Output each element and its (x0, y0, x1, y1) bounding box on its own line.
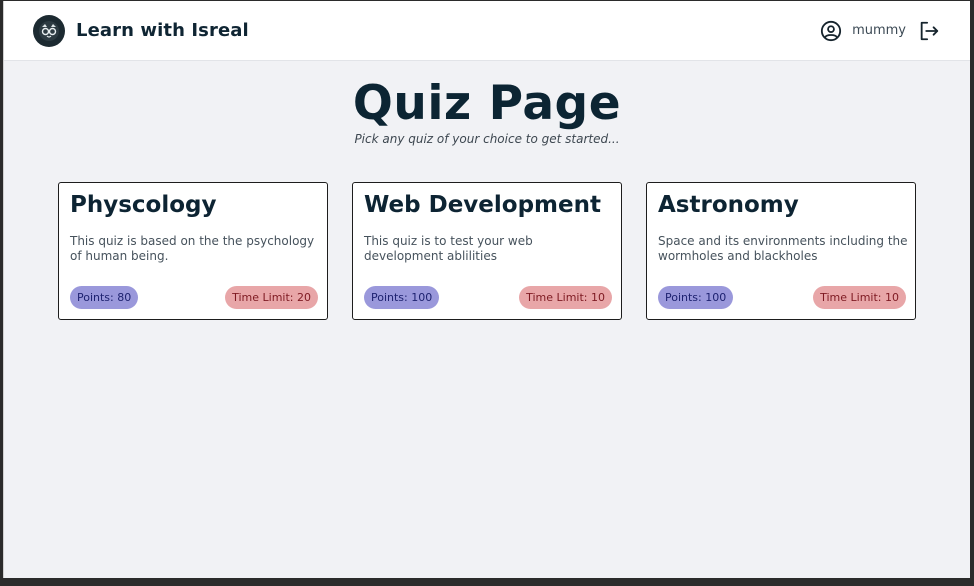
time-limit-badge: Time Limit: 20 (225, 286, 318, 309)
points-badge: Points: 100 (364, 286, 440, 309)
points-badge: Points: 100 (658, 286, 734, 309)
quiz-card-badges: Points: 100 Time Limit: 10 (364, 286, 612, 309)
quiz-card-title: Web Development (364, 192, 601, 218)
brand-name: Learn with Isreal (76, 20, 249, 41)
page-title: Quiz Page (352, 76, 622, 131)
quiz-card-description: This quiz is based on the the psychology… (70, 234, 315, 263)
username[interactable]: mummy (852, 23, 906, 38)
quiz-card-title: Physcology (70, 192, 217, 218)
logout-icon[interactable] (918, 20, 940, 42)
user-circle-icon[interactable] (820, 20, 842, 42)
quiz-card-astronomy[interactable]: Astronomy Space and its environments inc… (646, 182, 916, 320)
hero: Quiz Page Pick any quiz of your choice t… (4, 61, 970, 146)
user-area: mummy (820, 20, 940, 42)
quiz-card-list: Physcology This quiz is based on the the… (58, 182, 916, 320)
quiz-card-badges: Points: 80 Time Limit: 20 (70, 286, 318, 309)
quiz-card-web-development[interactable]: Web Development This quiz is to test you… (352, 182, 622, 320)
page-subtitle: Pick any quiz of your choice to get star… (354, 132, 620, 146)
quiz-card-title: Astronomy (658, 192, 799, 218)
navbar: Learn with Isreal mummy (4, 1, 970, 61)
brand[interactable]: Learn with Isreal (33, 14, 249, 47)
quiz-card-description: This quiz is to test your web developmen… (364, 234, 533, 263)
quiz-card-physcology[interactable]: Physcology This quiz is based on the the… (58, 182, 328, 320)
quiz-card-description: Space and its environments including the… (658, 234, 908, 263)
points-badge: Points: 80 (70, 286, 139, 309)
time-limit-badge: Time Limit: 10 (519, 286, 612, 309)
quiz-card-badges: Points: 100 Time Limit: 10 (658, 286, 906, 309)
app-window: Learn with Isreal mummy Quiz Page Pick a… (3, 1, 970, 578)
owl-glasses-icon (33, 14, 65, 47)
time-limit-badge: Time Limit: 10 (813, 286, 906, 309)
